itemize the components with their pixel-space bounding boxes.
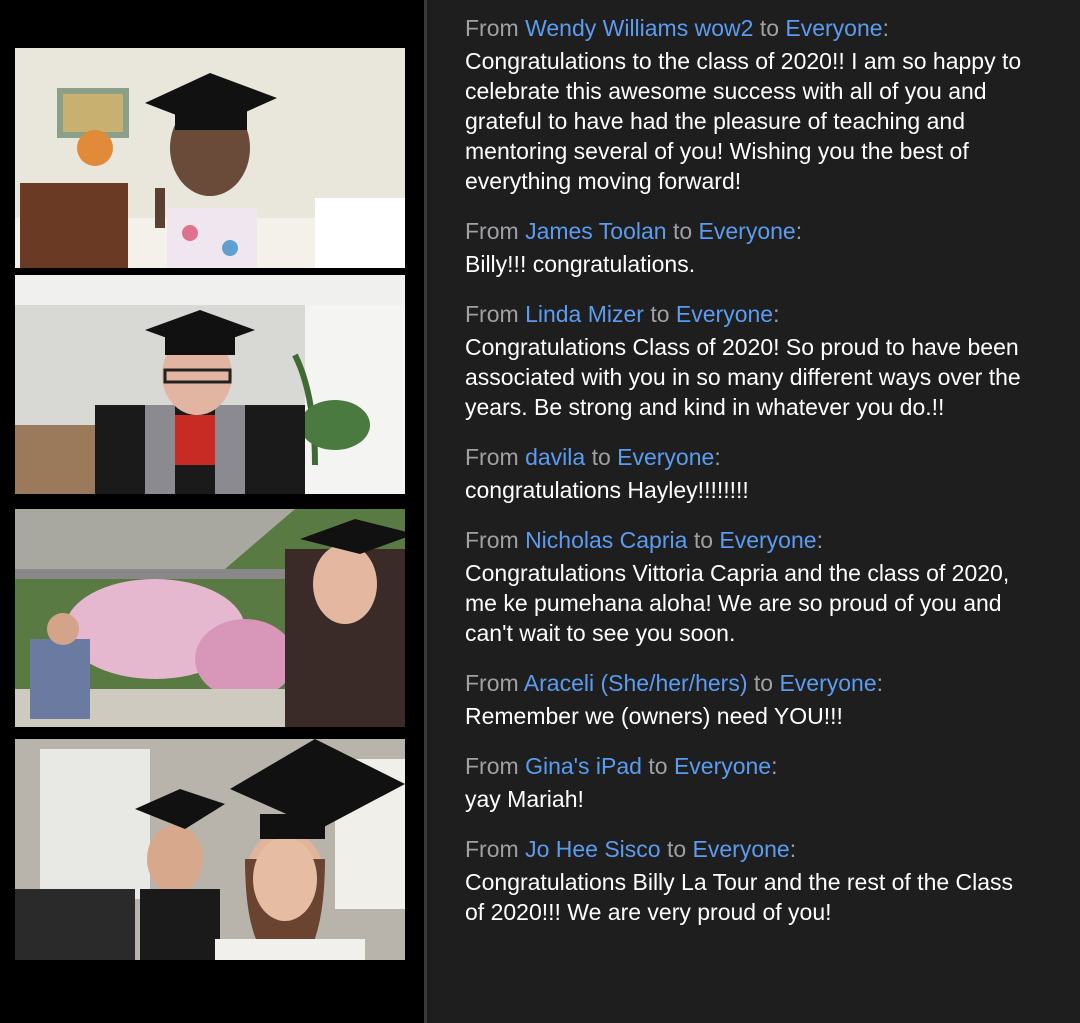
- chat-message: From Araceli (She/her/hers) to Everyone:…: [465, 667, 1080, 731]
- message-line: Congratulations Vittoria Capria and the …: [465, 560, 1010, 586]
- message-line: me ke pumehana aloha! We are so proud of…: [465, 590, 1002, 616]
- recipient-name[interactable]: Everyone: [699, 218, 796, 244]
- to-label: to: [591, 444, 611, 470]
- from-label: From: [465, 753, 519, 779]
- sender-name[interactable]: Wendy Williams wow2: [525, 15, 753, 41]
- from-label: From: [465, 670, 519, 696]
- message-text: Remember we (owners) need YOU!!!: [465, 701, 1080, 731]
- sender-name[interactable]: Araceli (She/her/hers): [524, 670, 748, 696]
- message-line: yay Mariah!: [465, 786, 584, 812]
- participant-video-1[interactable]: [15, 48, 405, 268]
- from-label: From: [465, 218, 519, 244]
- header-colon: :: [876, 670, 884, 696]
- message-line: can't wait to see you soon.: [465, 620, 736, 646]
- recipient-name[interactable]: Everyone: [676, 301, 773, 327]
- chat-message: From davila to Everyone: congratulations …: [465, 441, 1080, 505]
- to-label: to: [753, 670, 774, 696]
- message-line: Billy!!! congratulations.: [465, 251, 696, 277]
- recipient-name[interactable]: Everyone: [674, 753, 771, 779]
- to-label: to: [693, 527, 713, 553]
- video-gallery: [0, 0, 424, 1023]
- participant-video-3[interactable]: [15, 509, 405, 727]
- chat-message-list: From Wendy Williams wow2 to Everyone: Con…: [465, 12, 1080, 946]
- sender-name[interactable]: James Toolan: [525, 218, 667, 244]
- header-colon: :: [714, 444, 721, 470]
- sender-name[interactable]: Nicholas Capria: [525, 527, 687, 553]
- chat-message: From Jo Hee Sisco to Everyone: Congratula…: [465, 833, 1080, 927]
- message-line: of 2020!!! We are very proud of you!: [465, 899, 832, 925]
- to-label: to: [759, 15, 779, 41]
- chat-message: From Linda Mizer to Everyone: Congratulat…: [465, 298, 1080, 422]
- recipient-name[interactable]: Everyone: [617, 444, 714, 470]
- message-text: Congratulations to the class of 2020!! I…: [465, 46, 1080, 196]
- chat-message: From James Toolan to Everyone: Billy!!! c…: [465, 215, 1080, 279]
- message-line: years. Be strong and kind in whatever yo…: [465, 394, 945, 420]
- to-label: to: [672, 218, 693, 244]
- message-header: From James Toolan to Everyone:: [465, 215, 1080, 247]
- recipient-name[interactable]: Everyone: [693, 836, 790, 862]
- message-header: From Nicholas Capria to Everyone:: [465, 524, 1080, 556]
- chat-message: From Gina's iPad to Everyone: yay Mariah!: [465, 750, 1080, 814]
- chat-message: From Nicholas Capria to Everyone: Congrat…: [465, 524, 1080, 648]
- message-header: From davila to Everyone:: [465, 441, 1080, 473]
- message-header: From Jo Hee Sisco to Everyone:: [465, 833, 1080, 865]
- message-header: From Wendy Williams wow2 to Everyone:: [465, 12, 1080, 44]
- message-line: grateful to have had the pleasure of tea…: [465, 108, 965, 134]
- message-header: From Linda Mizer to Everyone:: [465, 298, 1080, 330]
- recipient-name[interactable]: Everyone: [779, 670, 876, 696]
- header-colon: :: [771, 753, 778, 779]
- sender-name[interactable]: Linda Mizer: [525, 301, 644, 327]
- message-line: congratulations Hayley!!!!!!!!: [465, 477, 749, 503]
- sender-name[interactable]: Gina's iPad: [525, 753, 642, 779]
- to-label: to: [666, 836, 687, 862]
- sender-name[interactable]: Jo Hee Sisco: [525, 836, 661, 862]
- participant-video-4[interactable]: [15, 739, 405, 960]
- sender-name[interactable]: davila: [525, 444, 585, 470]
- message-line: Remember we (owners) need YOU!!!: [465, 703, 843, 729]
- message-text: congratulations Hayley!!!!!!!!: [465, 475, 1080, 505]
- message-line: associated with you in so many different…: [465, 364, 1021, 390]
- recipient-name[interactable]: Everyone: [719, 527, 816, 553]
- message-line: celebrate this awesome success with all …: [465, 78, 987, 104]
- message-text: Billy!!! congratulations.: [465, 249, 1080, 279]
- chat-message: From Wendy Williams wow2 to Everyone: Con…: [465, 12, 1080, 196]
- from-label: From: [465, 15, 519, 41]
- from-label: From: [465, 527, 519, 553]
- message-line: Congratulations Class of 2020! So proud …: [465, 334, 1019, 360]
- message-header: From Gina's iPad to Everyone:: [465, 750, 1080, 782]
- from-label: From: [465, 836, 519, 862]
- header-colon: :: [789, 836, 797, 862]
- from-label: From: [465, 301, 519, 327]
- header-colon: :: [773, 301, 780, 327]
- message-line: Congratulations to the class of 2020!! I…: [465, 48, 1022, 74]
- to-label: to: [648, 753, 668, 779]
- message-header: From Araceli (She/her/hers) to Everyone:: [465, 667, 1080, 699]
- to-label: to: [650, 301, 670, 327]
- message-line: mentoring several of you! Wishing you th…: [465, 138, 969, 164]
- recipient-name[interactable]: Everyone: [785, 15, 882, 41]
- from-label: From: [465, 444, 519, 470]
- message-line: Congratulations Billy La Tour and the re…: [465, 869, 1014, 895]
- header-colon: :: [795, 218, 803, 244]
- header-colon: :: [816, 527, 823, 553]
- message-text: Congratulations Class of 2020! So proud …: [465, 332, 1080, 422]
- message-text: yay Mariah!: [465, 784, 1080, 814]
- message-line: everything moving forward!: [465, 168, 742, 194]
- header-colon: :: [882, 15, 889, 41]
- participant-video-2[interactable]: [15, 275, 405, 494]
- message-text: Congratulations Billy La Tour and the re…: [465, 867, 1080, 927]
- chat-panel: From Wendy Williams wow2 to Everyone: Con…: [427, 0, 1080, 1023]
- message-text: Congratulations Vittoria Capria and the …: [465, 558, 1080, 648]
